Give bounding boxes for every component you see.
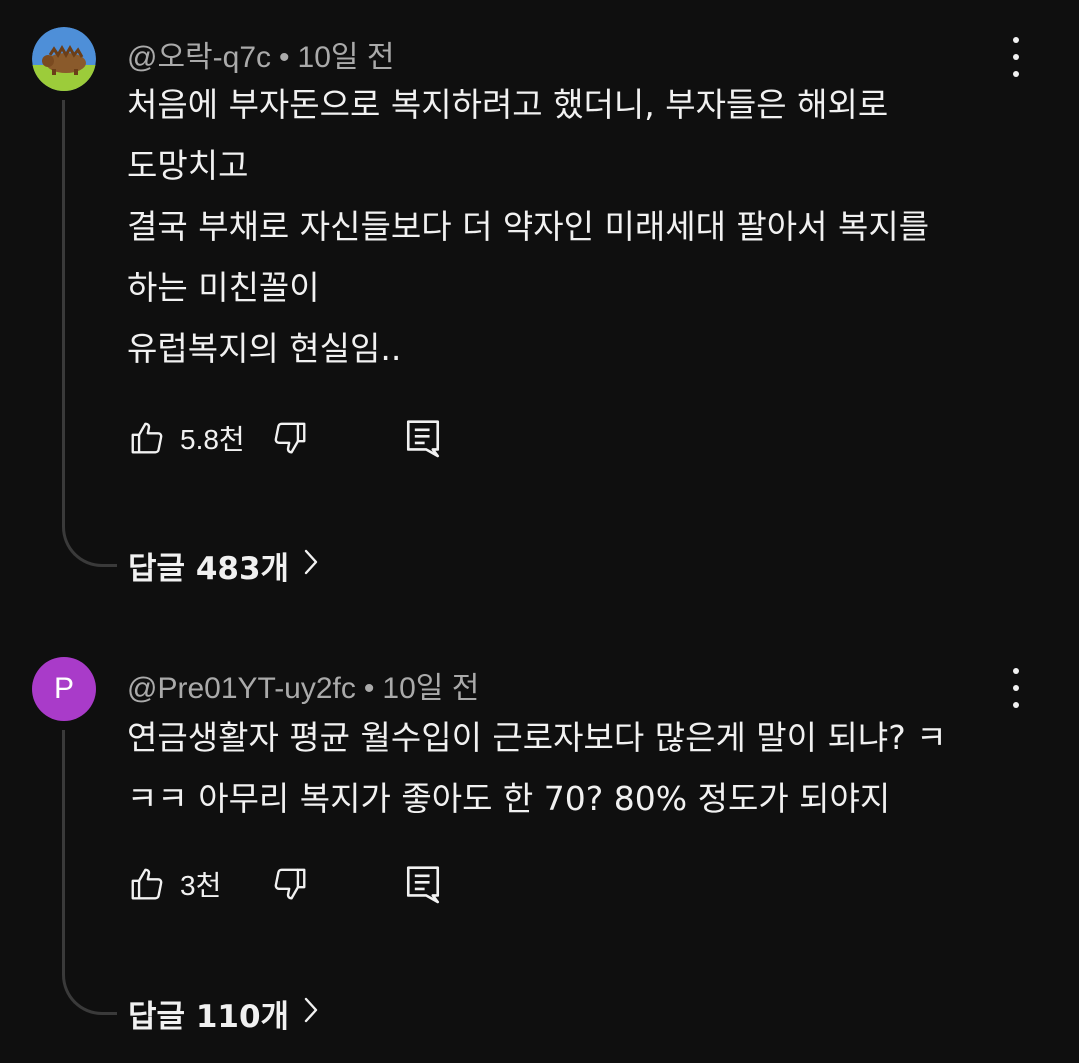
view-replies-button[interactable]: 답글 483개 — [128, 543, 319, 588]
avatar[interactable] — [32, 27, 96, 91]
avatar-letter: P — [53, 672, 74, 705]
thumbs-up-icon[interactable] — [128, 419, 166, 457]
comment-header: @오락-q7c • 10일 전 — [127, 32, 394, 76]
comment-line: 결국 부채로 자신들보다 더 약자인 미래세대 팔아서 복지를 — [127, 207, 930, 246]
timestamp[interactable]: 10일 전 — [382, 672, 479, 705]
view-replies-button[interactable]: 답글 110개 — [128, 991, 319, 1036]
comment-line: ㅋㅋ 아무리 복지가 좋아도 한 70? 80% 정도가 되야지 — [127, 779, 891, 818]
thumbs-down-icon[interactable] — [271, 865, 309, 903]
timestamp[interactable]: 10일 전 — [298, 41, 395, 74]
comment-reply-icon[interactable] — [405, 418, 441, 458]
author-name[interactable]: @오락-q7c — [127, 41, 271, 74]
separator-dot: • — [279, 41, 290, 74]
reply-thread-line — [62, 100, 117, 567]
comment-header: @Pre01YT-uy2fc • 10일 전 — [127, 663, 479, 707]
thumbs-down-icon[interactable] — [271, 419, 309, 457]
comment-line: 하는 미친꼴이 — [127, 268, 320, 307]
like-count: 5.8천 — [180, 424, 245, 455]
comment-actions: 3천 — [128, 862, 441, 906]
like-count: 3천 — [180, 870, 222, 901]
chevron-right-icon — [303, 996, 319, 1032]
more-vertical-icon[interactable] — [1006, 37, 1026, 77]
reply-thread-line — [62, 730, 117, 1015]
comment-text: 연금생활자 평균 월수입이 근로자보다 많은게 말이 되냐? ㅋ ㅋㅋ 아무리 … — [127, 707, 1027, 829]
thumbs-up-icon[interactable] — [128, 865, 166, 903]
separator-dot: • — [363, 672, 375, 705]
chevron-right-icon — [303, 548, 319, 584]
comment-actions: 5.8천 — [128, 416, 441, 460]
replies-label: 답글 483개 — [128, 551, 290, 587]
comment-line: 유럽복지의 현실임.. — [127, 329, 402, 368]
more-vertical-icon[interactable] — [1006, 668, 1026, 708]
avatar-image — [32, 27, 96, 91]
replies-label: 답글 110개 — [128, 999, 290, 1035]
comment-line: 처음에 부자돈으로 복지하려고 했더니, 부자들은 해외로 — [127, 85, 889, 124]
author-name[interactable]: @Pre01YT-uy2fc — [127, 672, 356, 705]
avatar[interactable]: P — [32, 657, 96, 721]
comment-line: 연금생활자 평균 월수입이 근로자보다 많은게 말이 되냐? ㅋ — [127, 718, 947, 757]
comment-text: 처음에 부자돈으로 복지하려고 했더니, 부자들은 해외로 도망치고 결국 부채… — [127, 74, 1027, 379]
comment-reply-icon[interactable] — [405, 864, 441, 904]
comment-line: 도망치고 — [127, 146, 249, 185]
